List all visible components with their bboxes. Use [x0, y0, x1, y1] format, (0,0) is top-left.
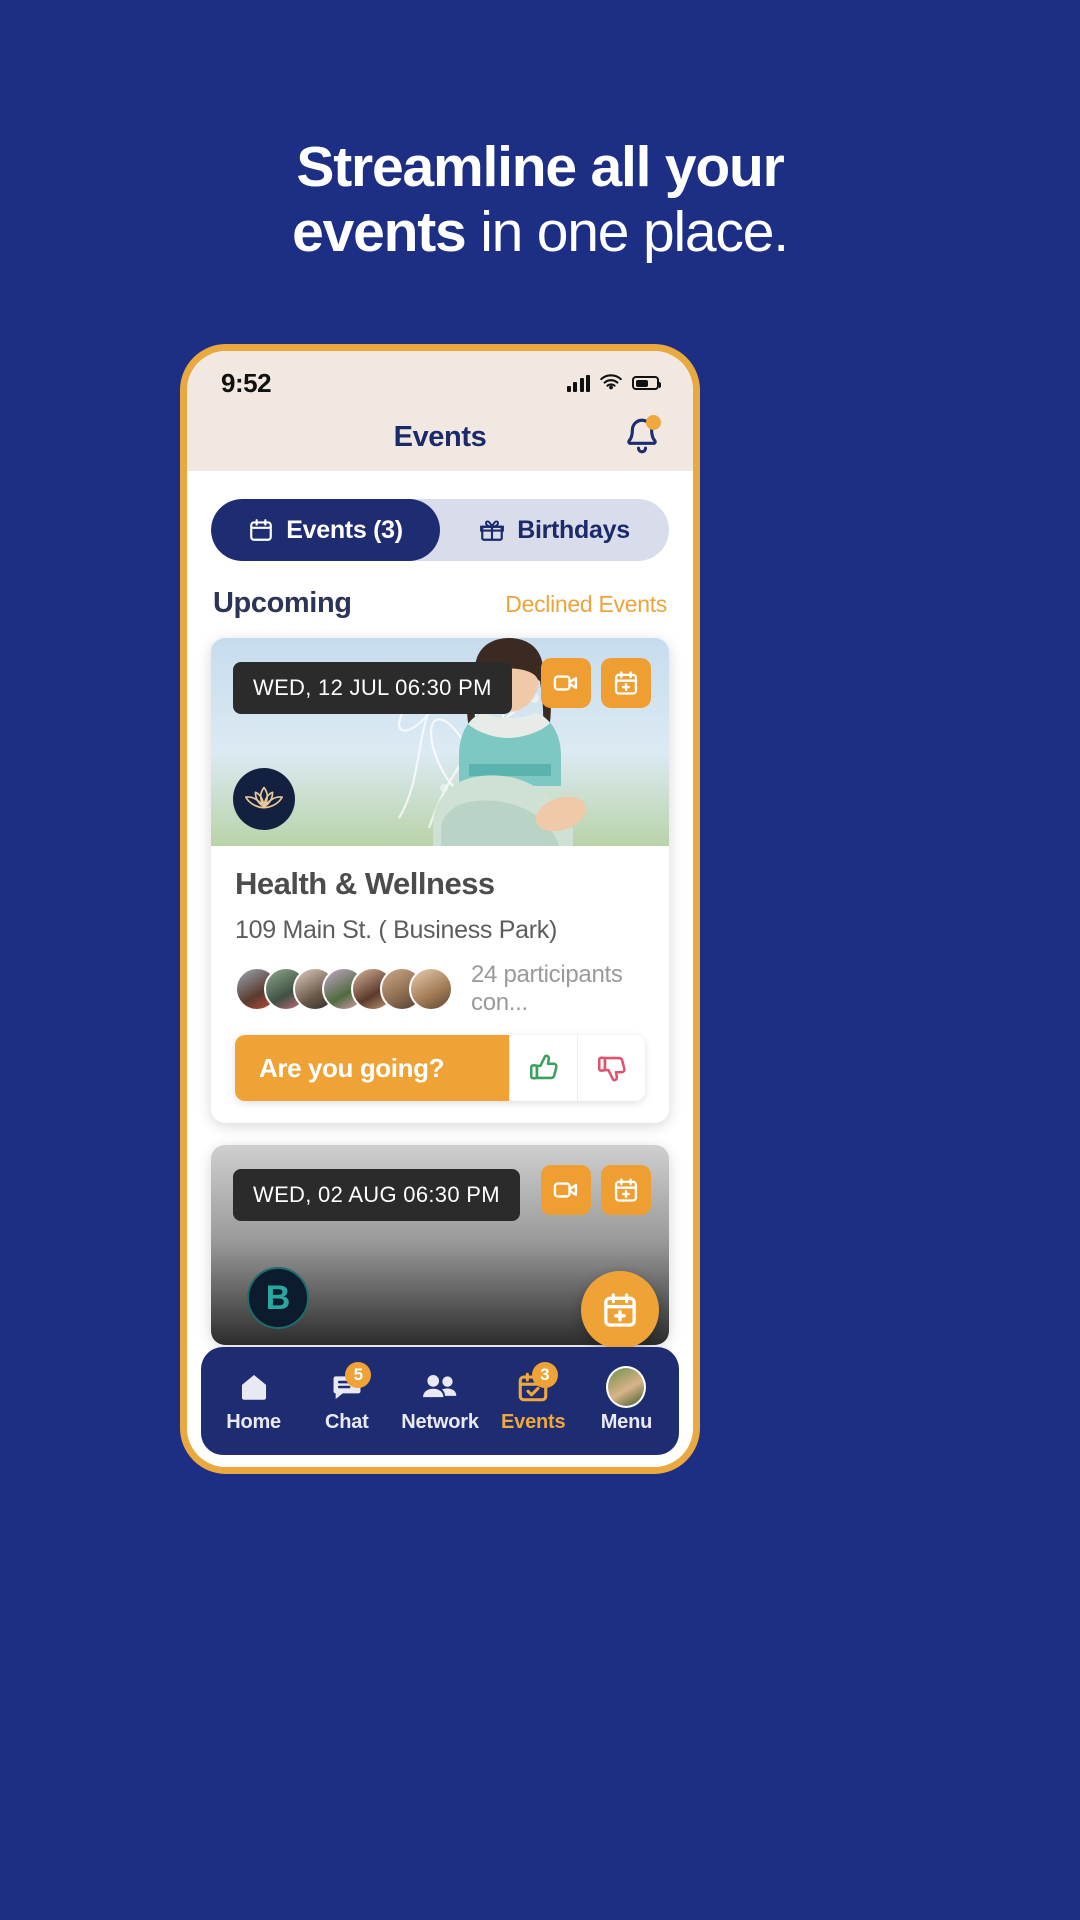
declined-events-link[interactable]: Declined Events	[505, 591, 667, 618]
rsvp-bar: Are you going?	[235, 1035, 645, 1101]
avatar	[409, 967, 453, 1011]
nav-item-menu[interactable]: Menu	[580, 1365, 673, 1434]
headline-line-2-bold: events	[292, 200, 467, 264]
event-title: Health & Wellness	[235, 866, 495, 901]
signal-bars-icon	[566, 374, 590, 392]
events-tab-bar: Events (3) Birthdays	[211, 499, 669, 561]
nav-label: Menu	[600, 1410, 653, 1433]
event-hero-actions	[541, 1165, 651, 1215]
avatar-icon	[606, 1365, 647, 1408]
rsvp-decline-button[interactable]	[577, 1035, 645, 1101]
nav-item-network[interactable]: Network	[393, 1369, 486, 1434]
events-screen: Events (3) Birthdays Upcoming Declined E…	[187, 471, 693, 1467]
tab-birthdays[interactable]: Birthdays	[440, 499, 669, 561]
section-title: Upcoming	[213, 587, 352, 619]
home-icon	[234, 1369, 274, 1405]
rsvp-accept-button[interactable]	[509, 1035, 577, 1101]
calendar-add-icon	[614, 1178, 638, 1202]
app-header: Events	[187, 403, 693, 471]
participants-row[interactable]: 24 participants con...	[235, 961, 645, 1017]
status-bar: 9:52	[187, 351, 693, 403]
nav-label: Network	[401, 1410, 479, 1433]
lotus-flower-icon	[245, 786, 283, 809]
event-date-badge: WED, 02 AUG 06:30 PM	[233, 1169, 520, 1221]
participants-count-text: 24 participants con...	[471, 961, 623, 1016]
participant-avatars	[235, 967, 453, 1011]
add-to-calendar-button[interactable]	[601, 1165, 651, 1215]
tab-events[interactable]: Events (3)	[211, 499, 440, 561]
event-card[interactable]: WED, 12 JUL 06:30 PM Health & Wellness 1…	[211, 638, 669, 1123]
page-title: Events	[393, 420, 487, 453]
nav-label: Home	[226, 1410, 281, 1433]
section-header: Upcoming Declined Events	[213, 587, 667, 620]
event-address: 109 Main St. ( Business Park)	[235, 916, 557, 944]
events-badge: 3	[531, 1361, 558, 1388]
notification-badge	[646, 415, 661, 430]
nav-item-home[interactable]: Home	[207, 1369, 300, 1434]
join-video-button[interactable]	[541, 658, 591, 708]
nav-item-events[interactable]: 3 Events	[487, 1361, 580, 1434]
calendar-icon	[250, 519, 273, 541]
tab-events-label: Events (3)	[286, 515, 403, 544]
status-bar-clock: 9:52	[221, 367, 272, 398]
thumbs-up-icon	[529, 1054, 558, 1080]
event-card-body: Health & Wellness 109 Main St. ( Busines…	[211, 846, 669, 1123]
organizer-logo: B	[247, 1267, 309, 1329]
tab-birthdays-label: Birthdays	[517, 515, 630, 544]
user-avatar	[606, 1365, 647, 1408]
marketing-headline: Streamline all your events in one place.	[0, 135, 1080, 265]
add-to-calendar-button[interactable]	[601, 658, 651, 708]
nav-label: Events	[501, 1410, 566, 1433]
event-date-badge: WED, 12 JUL 06:30 PM	[233, 662, 512, 714]
video-camera-icon	[553, 675, 578, 691]
calendar-add-icon	[614, 671, 638, 695]
people-icon	[420, 1369, 460, 1405]
calendar-add-icon	[604, 1293, 636, 1327]
chat-badge: 5	[345, 1361, 372, 1388]
nav-label: Chat	[324, 1410, 369, 1433]
phone-mockup: 9:52 Events Events (3) Birthdays Upcomin…	[180, 344, 700, 1474]
notification-bell-button[interactable]	[621, 415, 663, 457]
event-hero-actions	[541, 658, 651, 708]
video-camera-icon	[553, 1182, 578, 1198]
battery-icon	[632, 376, 661, 390]
headline-line-1: Streamline all your	[296, 135, 784, 199]
organizer-logo	[233, 768, 295, 830]
bottom-navigation: Home 5 Chat Network 3 Events Menu	[201, 1347, 679, 1455]
thumbs-down-icon	[597, 1056, 626, 1082]
rsvp-prompt: Are you going?	[235, 1035, 509, 1101]
create-event-fab[interactable]	[581, 1271, 659, 1349]
join-video-button[interactable]	[541, 1165, 591, 1215]
headline-line-2-light: in one place.	[465, 200, 789, 264]
gift-icon	[480, 520, 505, 541]
event-hero-image: WED, 12 JUL 06:30 PM	[211, 638, 669, 846]
nav-item-chat[interactable]: 5 Chat	[300, 1361, 393, 1434]
wifi-icon	[600, 374, 622, 390]
